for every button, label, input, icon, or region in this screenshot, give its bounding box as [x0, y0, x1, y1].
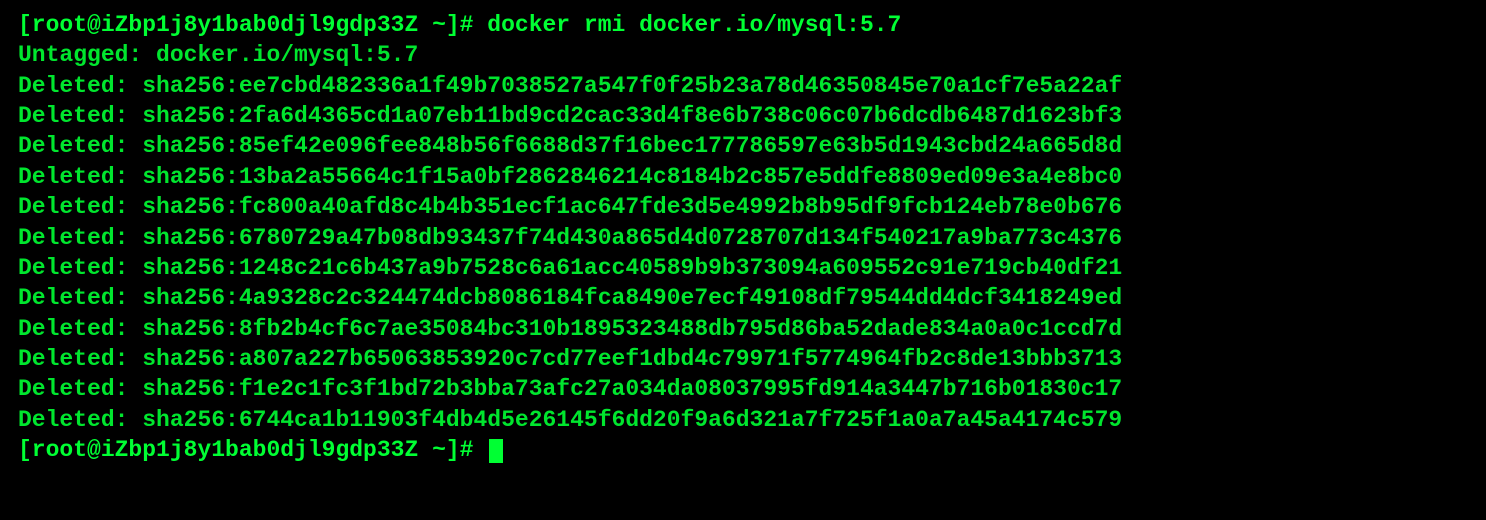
cursor-block	[489, 439, 503, 463]
shell-prompt-idle: [root@iZbp1j8y1bab0djl9gdp33Z ~]#	[18, 437, 487, 463]
deleted-line: Deleted: sha256:6744ca1b11903f4db4d5e261…	[18, 405, 1468, 435]
deleted-hash: sha256:fc800a40afd8c4b4b351ecf1ac647fde3…	[142, 194, 1122, 220]
deleted-line: Deleted: sha256:ee7cbd482336a1f49b703852…	[18, 71, 1468, 101]
deleted-line: Deleted: sha256:a807a227b65063853920c7cd…	[18, 344, 1468, 374]
deleted-line: Deleted: sha256:f1e2c1fc3f1bd72b3bba73af…	[18, 374, 1468, 404]
untagged-value: docker.io/mysql:5.7	[156, 42, 418, 68]
deleted-line: Deleted: sha256:13ba2a55664c1f15a0bf2862…	[18, 162, 1468, 192]
deleted-hash: sha256:8fb2b4cf6c7ae35084bc310b189532348…	[142, 316, 1122, 342]
command-line: [root@iZbp1j8y1bab0djl9gdp33Z ~]# docker…	[18, 10, 1468, 40]
deleted-line: Deleted: sha256:85ef42e096fee848b56f6688…	[18, 131, 1468, 161]
deleted-line: Deleted: sha256:fc800a40afd8c4b4b351ecf1…	[18, 192, 1468, 222]
deleted-hash: sha256:6744ca1b11903f4db4d5e26145f6dd20f…	[142, 407, 1122, 433]
deleted-label: Deleted:	[18, 316, 142, 342]
deleted-label: Deleted:	[18, 346, 142, 372]
deleted-line: Deleted: sha256:2fa6d4365cd1a07eb11bd9cd…	[18, 101, 1468, 131]
deleted-hash: sha256:13ba2a55664c1f15a0bf2862846214c81…	[142, 164, 1122, 190]
deleted-label: Deleted:	[18, 164, 142, 190]
deleted-label: Deleted:	[18, 194, 142, 220]
deleted-hash: sha256:ee7cbd482336a1f49b7038527a547f0f2…	[142, 73, 1122, 99]
deleted-line: Deleted: sha256:1248c21c6b437a9b7528c6a6…	[18, 253, 1468, 283]
deleted-hash: sha256:4a9328c2c324474dcb8086184fca8490e…	[142, 285, 1122, 311]
prompt-line[interactable]: [root@iZbp1j8y1bab0djl9gdp33Z ~]#	[18, 435, 1468, 465]
deleted-label: Deleted:	[18, 285, 142, 311]
deleted-label: Deleted:	[18, 376, 142, 402]
deleted-hash: sha256:1248c21c6b437a9b7528c6a61acc40589…	[142, 255, 1122, 281]
deleted-hash: sha256:2fa6d4365cd1a07eb11bd9cd2cac33d4f…	[142, 103, 1122, 129]
deleted-label: Deleted:	[18, 73, 142, 99]
deleted-line: Deleted: sha256:6780729a47b08db93437f74d…	[18, 223, 1468, 253]
deleted-hash: sha256:6780729a47b08db93437f74d430a865d4…	[142, 225, 1122, 251]
untagged-label: Untagged:	[18, 42, 156, 68]
command-text: docker rmi docker.io/mysql:5.7	[487, 12, 901, 38]
deleted-label: Deleted:	[18, 255, 142, 281]
deleted-line: Deleted: sha256:4a9328c2c324474dcb808618…	[18, 283, 1468, 313]
deleted-label: Deleted:	[18, 407, 142, 433]
deleted-label: Deleted:	[18, 103, 142, 129]
untagged-line: Untagged: docker.io/mysql:5.7	[18, 40, 1468, 70]
deleted-lines-container: Deleted: sha256:ee7cbd482336a1f49b703852…	[18, 71, 1468, 435]
deleted-hash: sha256:f1e2c1fc3f1bd72b3bba73afc27a034da…	[142, 376, 1122, 402]
deleted-hash: sha256:85ef42e096fee848b56f6688d37f16bec…	[142, 133, 1122, 159]
shell-prompt: [root@iZbp1j8y1bab0djl9gdp33Z ~]#	[18, 12, 487, 38]
deleted-hash: sha256:a807a227b65063853920c7cd77eef1dbd…	[142, 346, 1122, 372]
deleted-label: Deleted:	[18, 225, 142, 251]
deleted-line: Deleted: sha256:8fb2b4cf6c7ae35084bc310b…	[18, 314, 1468, 344]
deleted-label: Deleted:	[18, 133, 142, 159]
